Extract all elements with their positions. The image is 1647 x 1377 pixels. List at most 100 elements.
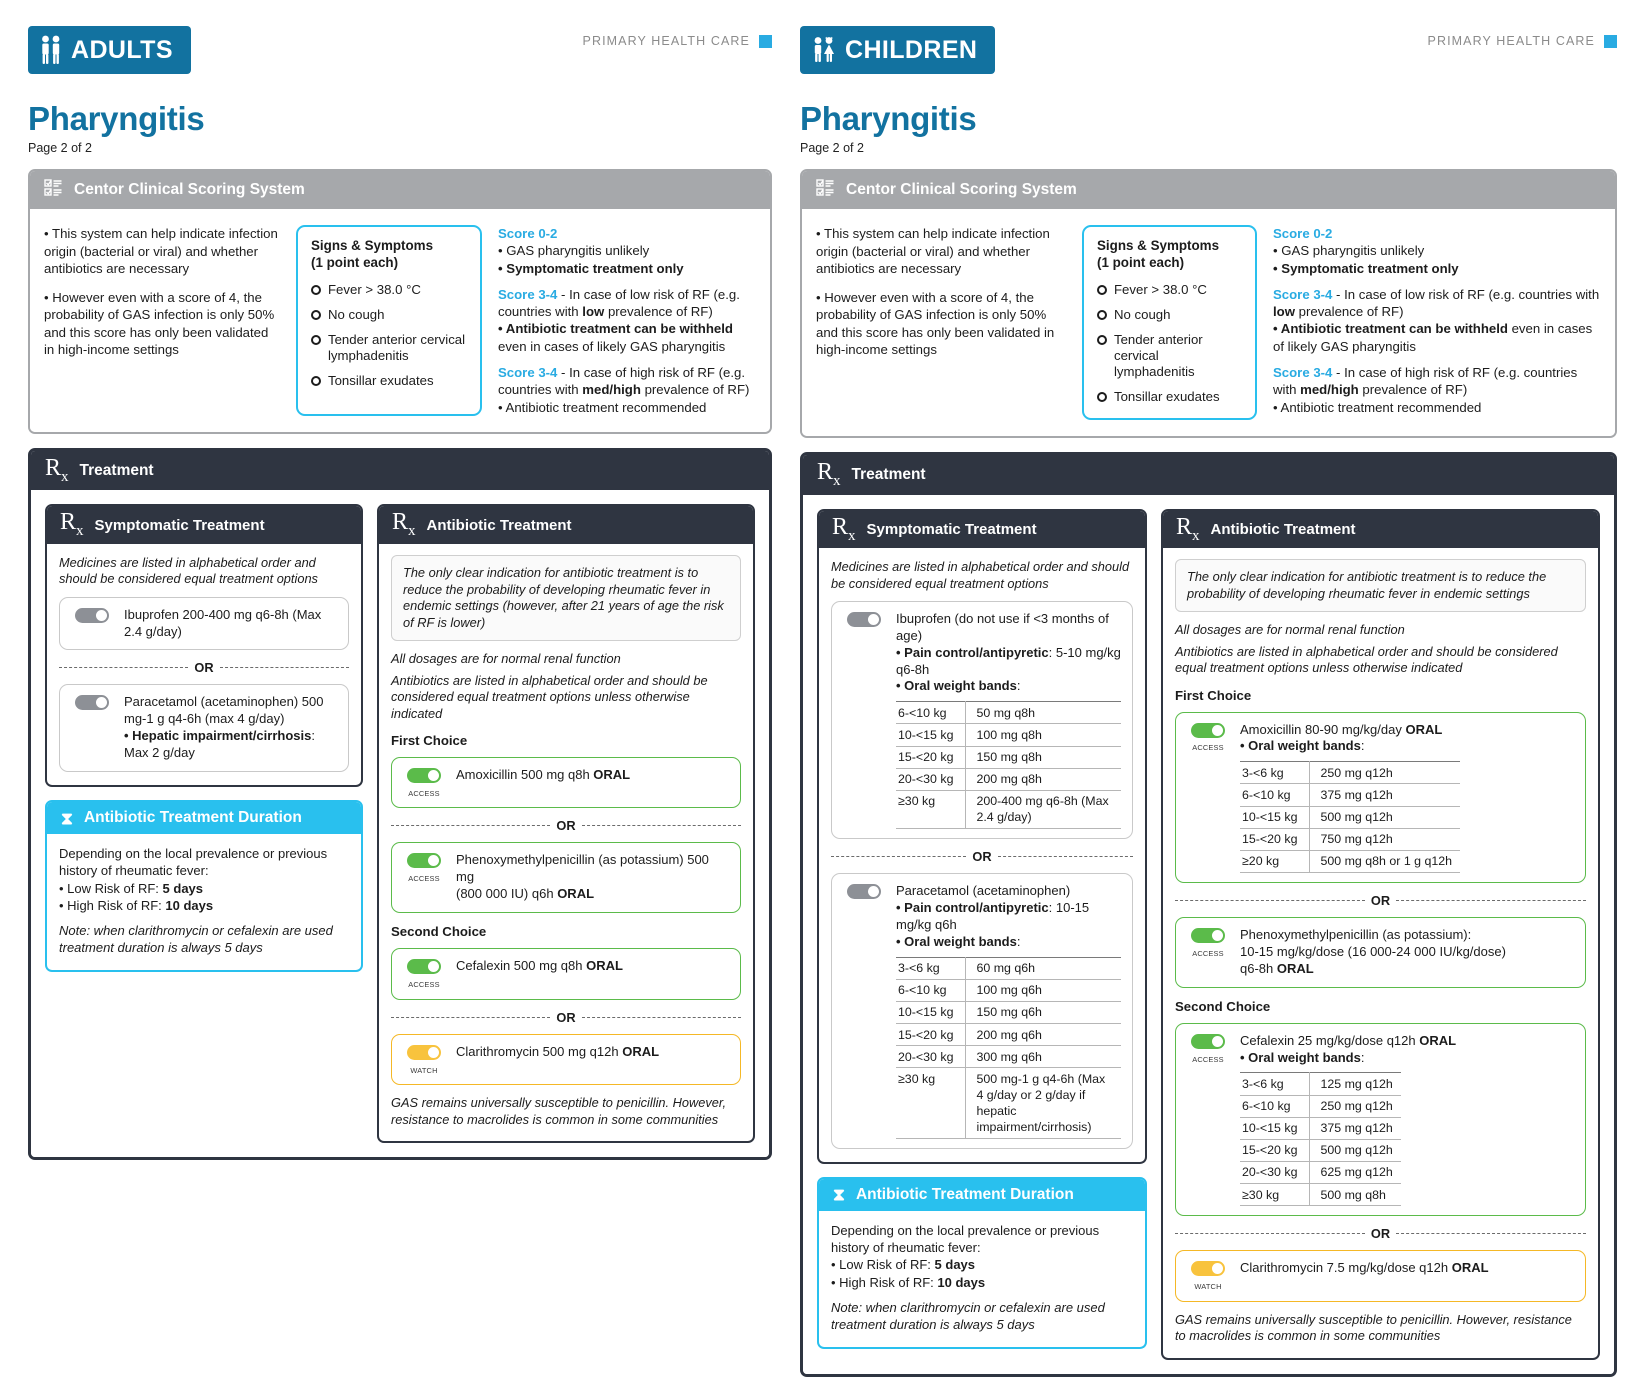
- adults-duration-low: • Low Risk of RF: 5 days: [59, 880, 204, 896]
- children-cefalexin-weight-bands: 3-<6 kg 125 mg q12h 6-<10 kg 250 mg q12h 1…: [1240, 1072, 1401, 1207]
- table-row: 6-<10 kg 50 mg q8h: [896, 701, 1121, 725]
- adults-symptomatic-column: Rx Symptomatic Treatment Medicines are l…: [45, 504, 363, 1143]
- table-row: 6-<10 kg 250 mg q12h: [1240, 1094, 1401, 1118]
- children-centor-card: Centor Clinical Scoring System • This sy…: [800, 169, 1617, 439]
- adults-score-3-4-high: Score 3-4 - In case of high risk of RF (…: [498, 364, 750, 415]
- children-symptomatic-body: Medicines are listed in alphabetical ord…: [819, 548, 1145, 1162]
- bullet-ring-icon: [1097, 309, 1107, 320]
- children-score-3-4-low: Score 3-4 - In case of low risk of RF (e…: [1273, 286, 1600, 354]
- children-header: CHILDREN PRIMARY HEALTH CARE: [800, 26, 1617, 74]
- children-signs-box: Signs & Symptoms (1 point each) Fever > …: [1082, 225, 1257, 421]
- table-row: 3-<6 kg 60 mg q6h: [896, 956, 1121, 980]
- adults-treatment-title: Treatment: [79, 461, 154, 479]
- adults-duration-high: • High Risk of RF: 10 days: [59, 897, 214, 913]
- adults-centor-header: Centor Clinical Scoring System: [30, 171, 770, 209]
- table-row: 10-<15 kg 375 mg q12h: [1240, 1116, 1401, 1140]
- pill-icon-access: ACCESS: [1187, 722, 1229, 873]
- table-row: 15-<20 kg 150 mg q8h: [896, 745, 1121, 769]
- adults-symptomatic-body: Medicines are listed in alphabetical ord…: [47, 544, 361, 785]
- children-antibiotic-or-1: OR: [1175, 893, 1586, 908]
- adults-score-0-2-label: Score 0-2: [498, 226, 558, 241]
- children-score-0-2-line2: • Symptomatic treatment only: [1273, 260, 1459, 276]
- adults-badge-label: ADULTS: [71, 35, 173, 64]
- adults-med-paracetamol-text: Paracetamol (acetaminophen) 500 mg-1 g q…: [124, 694, 324, 761]
- children-score-0-2: Score 0-2 • GAS pharyngitis unlikely • S…: [1273, 225, 1601, 277]
- rx-icon: Rx: [60, 509, 84, 540]
- adults-second-choice-label: Second Choice: [391, 924, 487, 940]
- children-med-clarithromycin-text: Clarithromycin 7.5 mg/kg/dose q12h ORAL: [1240, 1260, 1489, 1276]
- adults-duration-body: Depending on the local prevalence or pre…: [47, 834, 361, 970]
- adults-symptomatic-or: OR: [59, 660, 349, 675]
- adults-duration-intro: Depending on the local prevalence or pre…: [59, 846, 328, 879]
- adults-med-paracetamol: Paracetamol (acetaminophen) 500 mg-1 g q…: [59, 684, 349, 772]
- children-score-3-4-high: Score 3-4 - In case of high risk of RF (…: [1273, 364, 1578, 415]
- children-med-clarithromycin: WATCH Clarithromycin 7.5 mg/kg/dose q12h…: [1175, 1250, 1586, 1302]
- children-duration-low: • Low Risk of RF: 5 days: [831, 1257, 976, 1273]
- children-symptomatic-note: Medicines are listed in alphabetical ord…: [831, 559, 1130, 591]
- adults-panel: ADULTS PRIMARY HEALTH CARE Pharyngitis P…: [0, 0, 800, 1204]
- children-med-amoxicillin-text: Amoxicillin 80-90 mg/kg/day ORAL • Oral …: [1240, 722, 1574, 873]
- pill-icon-watch: WATCH: [403, 1044, 445, 1076]
- list-item: Tonsillar exudates: [311, 373, 467, 389]
- children-second-choice-label: Second Choice: [1175, 998, 1271, 1014]
- bullet-ring-icon: [1097, 284, 1107, 295]
- adults-med-phenoxymethylpenicillin-text: Phenoxymethylpenicillin (as potassium) 5…: [456, 852, 709, 902]
- children-med-paracetamol-text: Paracetamol (acetaminophen) • Pain contr…: [896, 883, 1121, 1139]
- adults-alphabetical-note: Antibiotics are listed in alphabetical o…: [391, 672, 708, 721]
- list-item: Tender anterior cervical lymphadenitis: [311, 332, 467, 364]
- children-score-3-4-high-label: Score 3-4: [1273, 364, 1333, 380]
- children-med-ibuprofen-text: Ibuprofen (do not use if <3 months of ag…: [896, 611, 1121, 830]
- adults-duration-note: Note: when clarithromycin or cefalexin a…: [59, 923, 333, 956]
- children-symptomatic-column: Rx Symptomatic Treatment Medicines are l…: [817, 508, 1147, 1360]
- rx-icon: Rx: [1176, 513, 1200, 544]
- bullet-ring-icon: [311, 375, 321, 386]
- adults-antibiotic-indication-note: The only clear indication for antibiotic…: [391, 554, 741, 642]
- two-children-icon: [812, 35, 836, 65]
- children-symptomatic-header: Rx Symptomatic Treatment: [819, 510, 1145, 549]
- children-amoxicillin-weight-bands: 3-<6 kg 250 mg q12h 6-<10 kg 375 mg q12h 1…: [1240, 761, 1461, 873]
- children-antibiotic-card: Rx Antibiotic Treatment The only clear i…: [1161, 508, 1600, 1360]
- adults-duration-title: Antibiotic Treatment Duration: [83, 809, 302, 826]
- children-duration-note: Note: when clarithromycin or cefalexin a…: [831, 1299, 1105, 1332]
- adults-score-guidance: Score 0-2 • GAS pharyngitis unlikely • S…: [498, 225, 756, 416]
- adults-score-0-2-line1: • GAS pharyngitis unlikely: [498, 243, 650, 259]
- phc-square-icon: [759, 34, 772, 48]
- children-centor-body: • This system can help indicate infectio…: [802, 209, 1615, 437]
- pill-icon-access: ACCESS: [403, 958, 445, 990]
- children-first-choice-label: First Choice: [1175, 687, 1252, 703]
- pill-icon-access: ACCESS: [1187, 927, 1229, 978]
- children-centor-title: Centor Clinical Scoring System: [846, 181, 1077, 198]
- children-duration-high: • High Risk of RF: 10 days: [831, 1274, 986, 1290]
- adults-signs-list: Fever > 38.0 °C No cough Tender anterior…: [311, 282, 467, 389]
- children-antibiotic-header: Rx Antibiotic Treatment: [1163, 510, 1598, 549]
- table-row: 15-<20 kg 200 mg q6h: [896, 1023, 1121, 1047]
- pharyngitis-reference-page: ADULTS PRIMARY HEALTH CARE Pharyngitis P…: [0, 0, 1647, 1377]
- table-row: 10-<15 kg 150 mg q6h: [896, 1000, 1121, 1025]
- children-duration-intro: Depending on the local prevalence or pre…: [831, 1222, 1100, 1256]
- children-antibiotic-column: Rx Antibiotic Treatment The only clear i…: [1161, 508, 1600, 1360]
- table-row: 10-<15 kg 100 mg q8h: [896, 723, 1121, 747]
- adults-treatment-header: Rx Treatment: [31, 450, 769, 491]
- children-med-cefalexin: ACCESS Cefalexin 25 mg/kg/dose q12h ORAL…: [1175, 1022, 1586, 1217]
- table-row: 20-<30 kg 200 mg q8h: [896, 767, 1121, 791]
- adults-antibiotic-title: Antibiotic Treatment: [426, 516, 572, 534]
- children-treatment-body: Rx Symptomatic Treatment Medicines are l…: [803, 494, 1614, 1374]
- table-row: 15-<20 kg 750 mg q12h: [1240, 827, 1461, 851]
- checklist-icon: [44, 178, 63, 202]
- pill-icon: [843, 883, 885, 1139]
- list-item: Fever > 38.0 °C: [311, 282, 467, 298]
- table-row: 6-<10 kg 100 mg q6h: [896, 978, 1121, 1002]
- adults-duration-card: ⧗ Antibiotic Treatment Duration Dependin…: [45, 800, 363, 972]
- children-med-phenoxymethylpenicillin-text: Phenoxymethylpenicillin (as potassium): …: [1240, 926, 1506, 976]
- table-row: 20-<30 kg 625 mg q12h: [1240, 1160, 1401, 1185]
- adults-antibiotic-tail: GAS remains universally susceptible to p…: [391, 1095, 726, 1127]
- adults-duration-header: ⧗ Antibiotic Treatment Duration: [47, 802, 361, 834]
- children-centor-intro2: • However even with a score of 4, the pr…: [816, 289, 1055, 358]
- two-adults-icon: [40, 35, 62, 65]
- rx-icon: Rx: [817, 459, 841, 489]
- adults-antibiotic-card: Rx Antibiotic Treatment The only clear i…: [377, 504, 755, 1144]
- table-row: 10-<15 kg 500 mg q12h: [1240, 805, 1461, 829]
- pill-icon-access: ACCESS: [403, 767, 445, 799]
- adults-med-ibuprofen-text: Ibuprofen 200-400 mg q6-8h (Max 2.4 g/da…: [124, 606, 322, 639]
- adults-med-clarithromycin: WATCH Clarithromycin 500 mg q12h ORAL: [391, 1033, 741, 1086]
